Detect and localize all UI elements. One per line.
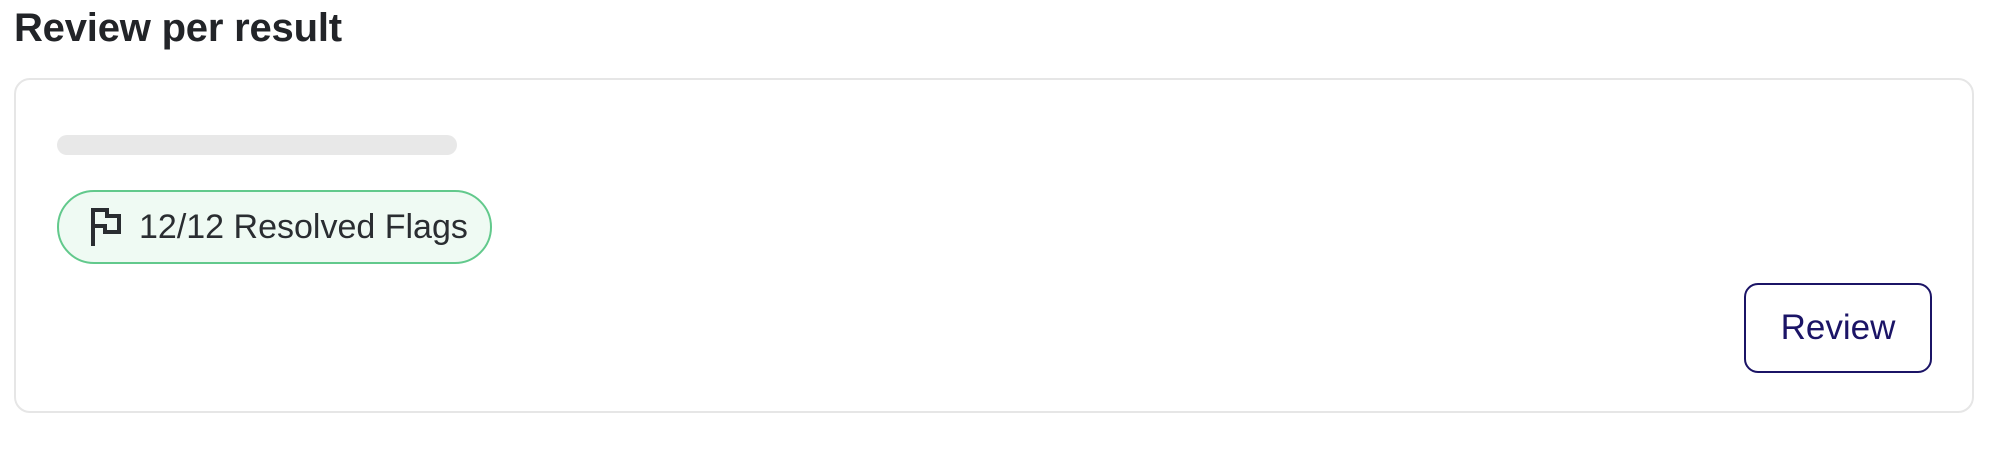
result-card: 12/12 Resolved Flags Review — [14, 78, 1974, 413]
section-title: Review per result — [14, 6, 342, 50]
flag-icon — [87, 207, 123, 247]
review-button[interactable]: Review — [1744, 283, 1932, 373]
review-per-result-page: Review per result 12/12 Resolved Flags R… — [0, 0, 1990, 468]
loading-placeholder — [57, 135, 457, 155]
resolved-flags-label: 12/12 Resolved Flags — [139, 207, 468, 246]
resolved-flags-badge: 12/12 Resolved Flags — [57, 190, 492, 264]
